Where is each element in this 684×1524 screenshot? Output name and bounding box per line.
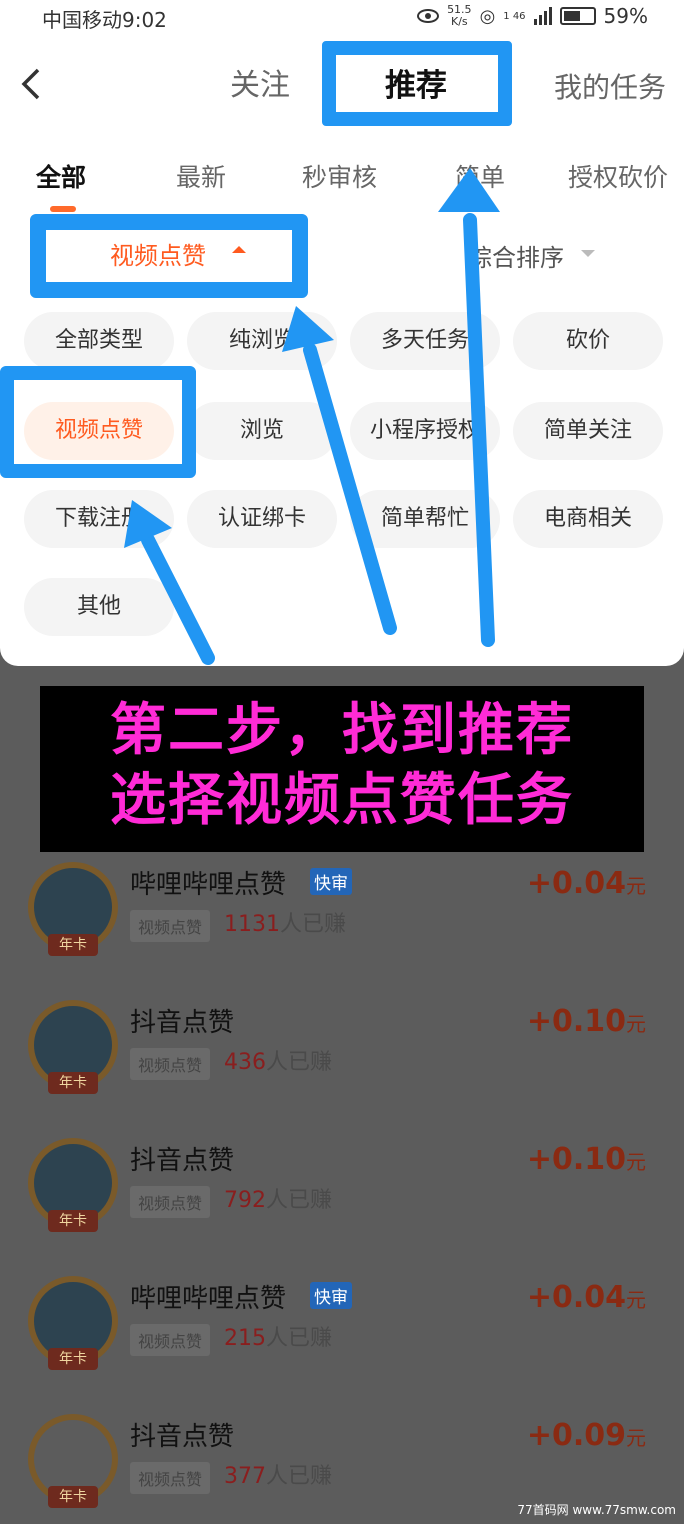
task-title: 抖音点赞 — [130, 1146, 235, 1176]
task-type-tag: 视频点赞 — [130, 1324, 211, 1356]
avatar: 年卡 — [28, 1138, 118, 1232]
year-card-badge: 年卡 — [48, 934, 98, 956]
task-type-tag: 视频点赞 — [130, 1462, 211, 1494]
earned-count: 377人已赚 — [224, 1464, 333, 1489]
fast-review-badge: 快审 — [310, 868, 352, 895]
arrow-head-browse-chip — [282, 306, 334, 352]
banner-line-2: 选择视频点赞任务 — [110, 768, 574, 833]
task-title: 抖音点赞 — [130, 1008, 235, 1038]
annotation-arrows — [124, 168, 500, 665]
arrow-to-simple-tab — [463, 213, 495, 647]
task-title: 哔哩哔哩点赞 — [130, 870, 287, 900]
arrow-to-download-chip — [141, 533, 215, 665]
year-card-badge: 年卡 — [48, 1210, 98, 1232]
avatar: 年卡 — [28, 1000, 118, 1094]
watermark: 77首码网 www.77smw.com — [517, 1503, 676, 1517]
task-reward: +0.09元 — [526, 1418, 646, 1453]
task-title: 抖音点赞 — [130, 1422, 235, 1452]
task-row[interactable]: 年卡 哔哩哔哩点赞 快审 视频点赞 215人已赚 +0.04元 — [0, 1276, 684, 1414]
year-card-badge: 年卡 — [48, 1072, 98, 1094]
task-row[interactable]: 年卡 抖音点赞 视频点赞 436人已赚 +0.10元 — [0, 1000, 684, 1138]
avatar: 年卡 — [28, 862, 118, 956]
avatar: 年卡 — [28, 1414, 118, 1508]
arrow-to-browse-chip — [303, 343, 397, 635]
task-reward: +0.04元 — [526, 1280, 646, 1315]
arrow-head-simple-tab — [438, 168, 500, 212]
task-title: 哔哩哔哩点赞 — [130, 1284, 287, 1314]
instruction-banner: 第二步，找到推荐 选择视频点赞任务 — [40, 686, 644, 852]
earned-count: 792人已赚 — [224, 1188, 333, 1213]
fast-review-badge: 快审 — [310, 1282, 352, 1309]
earned-count: 215人已赚 — [224, 1326, 333, 1351]
task-row[interactable]: 年卡 哔哩哔哩点赞 快审 视频点赞 1131人已赚 +0.04元 — [0, 862, 684, 1000]
year-card-badge: 年卡 — [48, 1348, 98, 1370]
banner-line-1: 第二步，找到推荐 — [110, 698, 574, 763]
year-card-badge: 年卡 — [48, 1486, 98, 1508]
task-reward: +0.10元 — [526, 1004, 646, 1039]
task-reward: +0.04元 — [526, 866, 646, 901]
earned-count: 436人已赚 — [224, 1050, 333, 1075]
task-row[interactable]: 年卡 抖音点赞 视频点赞 792人已赚 +0.10元 — [0, 1138, 684, 1276]
task-type-tag: 视频点赞 — [130, 1186, 211, 1218]
task-reward: +0.10元 — [526, 1142, 646, 1177]
task-type-tag: 视频点赞 — [130, 1048, 211, 1080]
avatar: 年卡 — [28, 1276, 118, 1370]
earned-count: 1131人已赚 — [224, 912, 347, 937]
task-type-tag: 视频点赞 — [130, 910, 211, 942]
